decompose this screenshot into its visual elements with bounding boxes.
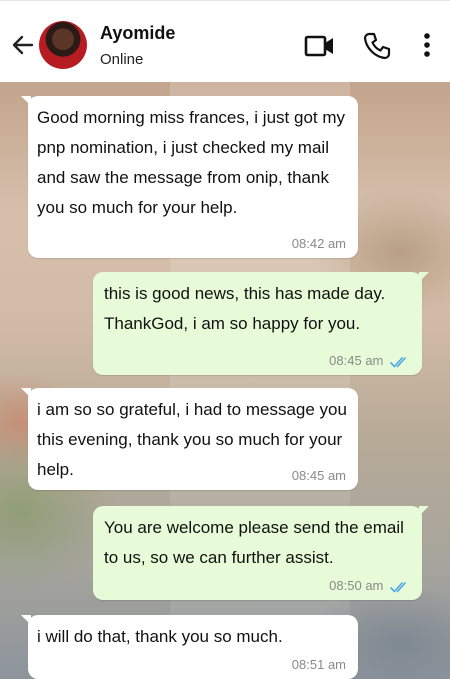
message-text: Good morning miss frances, i just got my…	[37, 108, 346, 217]
contact-status: Online	[100, 51, 144, 68]
message-time: 08:45 am	[291, 468, 346, 483]
chat-header: Ayomide Online	[0, 0, 450, 82]
message-time: 08:42 am	[291, 236, 346, 251]
contact-name[interactable]: Ayomide	[100, 23, 175, 44]
message-text: You are welcome please send the email to…	[104, 518, 404, 567]
message-incoming[interactable]: i will do that, thank you so much. 08:51…	[21, 615, 358, 679]
message-text: this is good news, this has made day. Th…	[104, 284, 386, 333]
message-time: 08:51 am	[291, 657, 346, 672]
video-call-icon[interactable]	[304, 31, 334, 61]
message-time: 08:50 am	[329, 578, 384, 593]
avatar[interactable]	[39, 21, 87, 69]
message-meta: 08:50 am	[329, 578, 410, 594]
message-text: i will do that, thank you so much.	[37, 627, 283, 646]
back-arrow-icon[interactable]	[10, 32, 36, 58]
message-outgoing[interactable]: You are welcome please send the email to…	[93, 506, 429, 600]
message-outgoing[interactable]: this is good news, this has made day. Th…	[93, 272, 429, 375]
message-incoming[interactable]: i am so so grateful, i had to message yo…	[21, 388, 358, 490]
message-incoming[interactable]: Good morning miss frances, i just got my…	[21, 96, 358, 258]
message-time: 08:45 am	[329, 353, 384, 368]
chat-area[interactable]: Good morning miss frances, i just got my…	[0, 82, 450, 679]
double-check-icon	[390, 581, 406, 593]
message-meta: 08:45 am	[329, 353, 410, 369]
phone-icon[interactable]	[362, 31, 392, 61]
double-check-icon	[390, 356, 406, 368]
more-options-icon[interactable]	[413, 31, 441, 61]
